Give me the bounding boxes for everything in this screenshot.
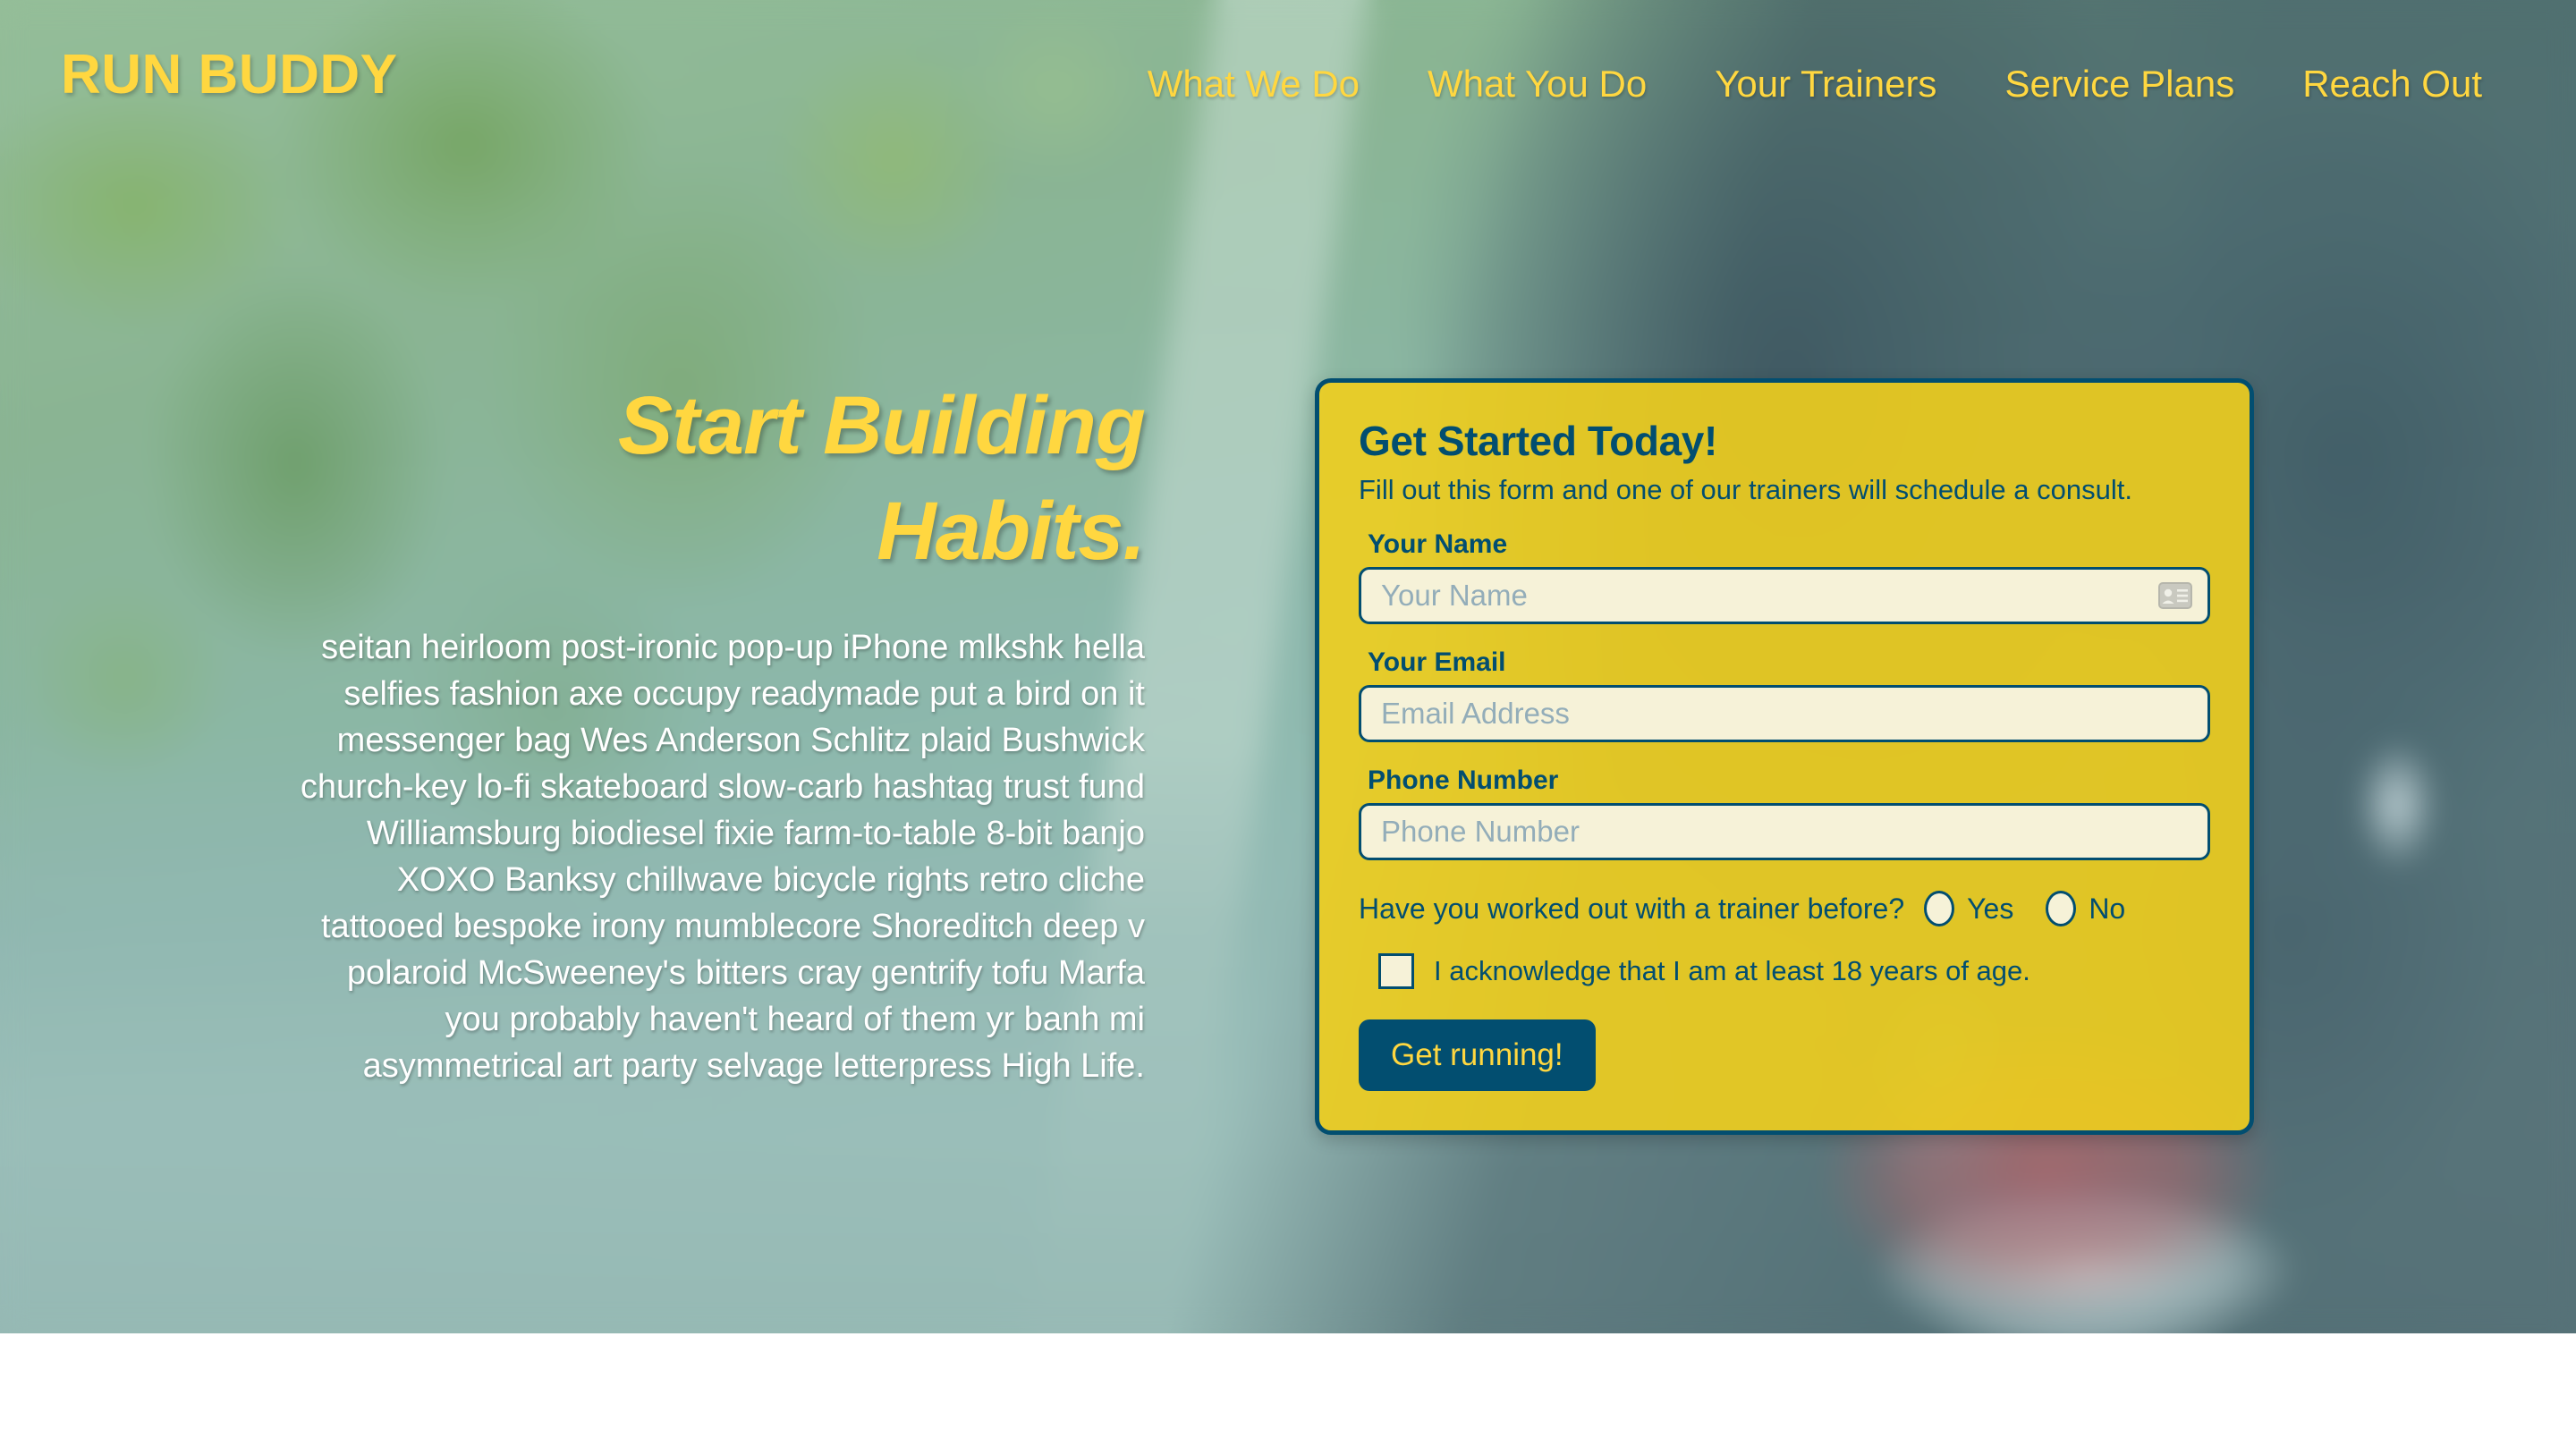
hero-copy: Start Building Habits. seitan heirloom p… <box>295 374 1146 1089</box>
name-input[interactable] <box>1359 567 2210 624</box>
email-field-group: Your Email <box>1359 647 2210 742</box>
hero-headline-line-1: Start Building <box>617 380 1146 471</box>
trainer-question-label: Have you worked out with a trainer befor… <box>1359 892 1905 925</box>
get-started-form-card: Get Started Today! Fill out this form an… <box>1315 378 2254 1135</box>
get-running-submit-button[interactable]: Get running! <box>1359 1019 1596 1091</box>
nav-item-what-you-do[interactable]: What You Do <box>1428 63 1647 106</box>
nav-item-service-plans[interactable]: Service Plans <box>2004 63 2234 106</box>
name-field-label: Your Name <box>1368 529 1508 559</box>
radio-no[interactable] <box>2046 891 2077 926</box>
trainer-experience-row: Have you worked out with a trainer befor… <box>1359 891 2210 926</box>
contact-card-icon[interactable] <box>2158 582 2192 609</box>
site-header: RUN BUDDY What We Do What You Do Your Tr… <box>0 0 2576 179</box>
hero-headline: Start Building Habits. <box>295 374 1146 585</box>
radio-yes[interactable] <box>1924 891 1955 926</box>
page-body-below-hero <box>0 1333 2576 1438</box>
phone-input[interactable] <box>1359 803 2210 860</box>
age-checkbox[interactable] <box>1378 953 1414 989</box>
nav-item-your-trainers[interactable]: Your Trainers <box>1715 63 1936 106</box>
age-checkbox-label: I acknowledge that I am at least 18 year… <box>1434 955 2030 986</box>
email-input[interactable] <box>1359 685 2210 742</box>
hero-section: RUN BUDDY What We Do What You Do Your Tr… <box>0 0 2576 1333</box>
age-acknowledgement-row: I acknowledge that I am at least 18 year… <box>1359 953 2210 989</box>
phone-field-label: Phone Number <box>1368 766 1559 795</box>
form-title: Get Started Today! <box>1359 418 1717 464</box>
hero-lead-paragraph: seitan heirloom post-ironic pop-up iPhon… <box>300 628 1145 1085</box>
brand-logo[interactable]: RUN BUDDY <box>61 43 398 106</box>
main-navigation: What We Do What You Do Your Trainers Ser… <box>1148 63 2482 106</box>
form-subtitle: Fill out this form and one of our traine… <box>1359 474 2132 505</box>
nav-item-reach-out[interactable]: Reach Out <box>2302 63 2482 106</box>
hero-headline-line-2: Habits. <box>877 485 1146 577</box>
phone-field-group: Phone Number <box>1359 766 2210 860</box>
name-field-group: Your Name <box>1359 529 2210 624</box>
radio-no-label: No <box>2089 892 2126 925</box>
nav-item-what-we-do[interactable]: What We Do <box>1148 63 1360 106</box>
email-field-label: Your Email <box>1368 647 1506 677</box>
radio-yes-label: Yes <box>1967 892 2014 925</box>
